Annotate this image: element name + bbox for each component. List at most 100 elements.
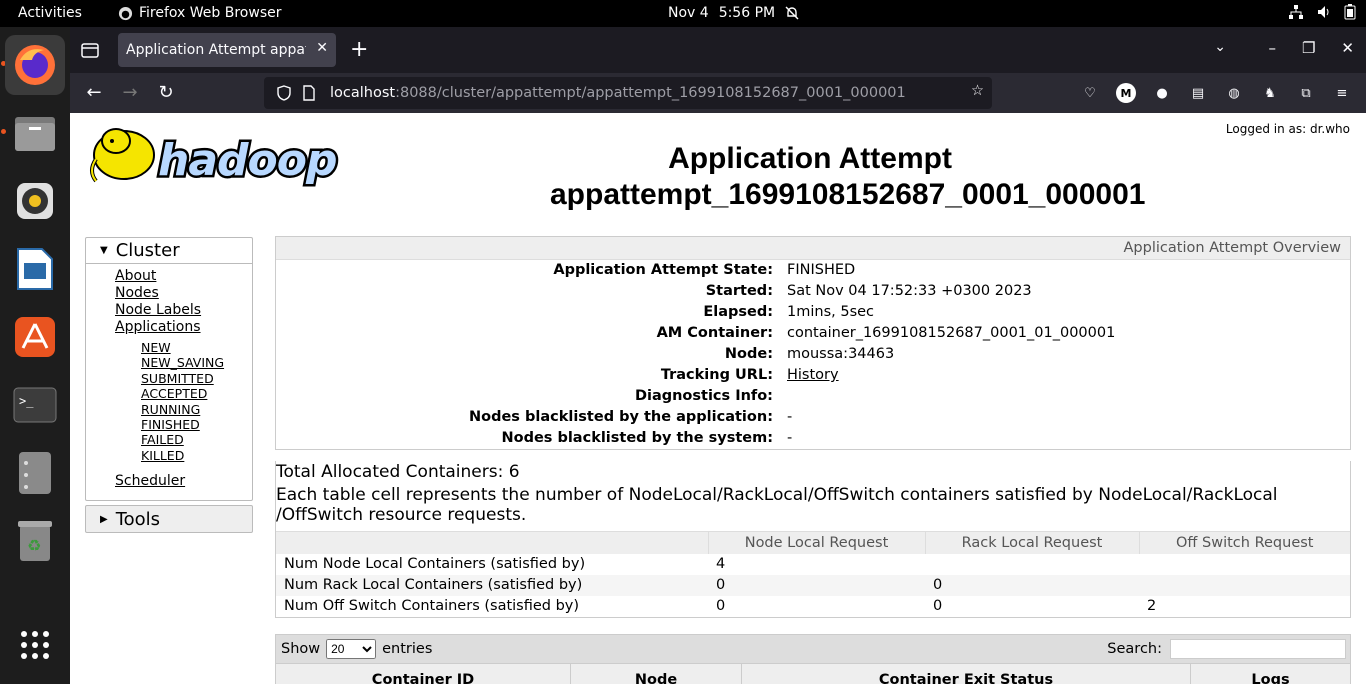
tools-section[interactable]: ▶ Tools bbox=[85, 505, 253, 534]
sidebar: ▼ Cluster About Nodes Node Labels Applic… bbox=[85, 237, 253, 534]
cluster-title: Cluster bbox=[115, 240, 180, 261]
dock-disks[interactable] bbox=[5, 443, 65, 503]
entries-select[interactable]: 20 bbox=[326, 639, 377, 659]
overview-key: Nodes blacklisted by the application: bbox=[469, 409, 773, 425]
allocation-cell: 2 bbox=[1147, 598, 1157, 614]
hadoop-logo[interactable]: hadoop hadoop bbox=[86, 119, 386, 191]
notifications-off-icon bbox=[785, 6, 799, 20]
link-applications[interactable]: Applications bbox=[115, 319, 252, 336]
table-row: Num Rack Local Containers (satisfied by)… bbox=[276, 574, 1350, 596]
overview-value: - bbox=[787, 430, 793, 446]
column-header-logs[interactable]: Logs bbox=[1191, 664, 1350, 684]
activities-button[interactable]: Activities bbox=[18, 5, 82, 21]
link-scheduler[interactable]: Scheduler bbox=[115, 473, 252, 490]
new-tab-button[interactable]: + bbox=[350, 37, 368, 62]
allocation-cell: 4 bbox=[716, 556, 726, 572]
allocation-description: Each table cell represents the number of… bbox=[276, 485, 1278, 525]
allocation-header: Rack Local Request bbox=[924, 531, 1139, 554]
maximize-icon[interactable]: ❐ bbox=[1302, 39, 1315, 57]
bookmark-star-icon[interactable]: ☆ bbox=[971, 83, 984, 99]
back-icon[interactable]: ← bbox=[82, 82, 106, 103]
tracking-url-history-link[interactable]: History bbox=[787, 367, 839, 383]
files-icon bbox=[15, 117, 55, 151]
overview-row: Node: moussa:34463 bbox=[276, 344, 1350, 365]
reload-icon[interactable]: ↻ bbox=[154, 82, 178, 103]
overview-row: Elapsed: 1mins, 5sec bbox=[276, 302, 1350, 323]
minimize-icon[interactable]: – bbox=[1268, 39, 1276, 57]
dock-show-apps[interactable] bbox=[5, 615, 65, 675]
allocation-cell: 0 bbox=[933, 598, 943, 614]
extension-owl-icon[interactable]: ● bbox=[1152, 83, 1172, 103]
link-state-accepted[interactable]: ACCEPTED bbox=[141, 386, 252, 401]
list-all-tabs-icon[interactable]: ⌄ bbox=[1214, 39, 1226, 55]
clock[interactable]: Nov 4 5:56 PM bbox=[668, 5, 799, 21]
globe-icon[interactable]: ◍ bbox=[1224, 83, 1244, 103]
overview-row: Tracking URL: History bbox=[276, 365, 1350, 386]
dock-rhythmbox[interactable] bbox=[5, 171, 65, 231]
allocation-cell: Num Rack Local Containers (satisfied by) bbox=[276, 574, 708, 596]
forward-icon[interactable]: → bbox=[118, 82, 142, 103]
link-state-killed[interactable]: KILLED bbox=[141, 448, 252, 463]
tracking-protection-shield-icon[interactable] bbox=[276, 85, 292, 101]
url-bar[interactable]: localhost:8088/cluster/appattempt/appatt… bbox=[264, 77, 992, 109]
allocation-cell bbox=[925, 554, 1139, 575]
extension-badge-icon[interactable]: ▤ bbox=[1188, 83, 1208, 103]
cluster-section-header[interactable]: ▼ Cluster bbox=[86, 238, 252, 264]
overview-key: Diagnostics Info: bbox=[634, 388, 773, 404]
link-nodes[interactable]: Nodes bbox=[115, 285, 252, 302]
app-menu[interactable]: Firefox Web Browser bbox=[118, 5, 282, 21]
extension-bird-icon[interactable]: ♞ bbox=[1260, 83, 1280, 103]
clock-date: Nov 4 bbox=[668, 5, 709, 21]
column-header-container-id[interactable]: Container ID bbox=[276, 664, 571, 684]
pocket-icon[interactable]: ♡ bbox=[1080, 83, 1100, 103]
link-state-submitted[interactable]: SUBMITTED bbox=[141, 371, 252, 386]
dock-terminal[interactable]: >_ bbox=[5, 375, 65, 435]
column-header-exit-status[interactable]: Container Exit Status bbox=[742, 664, 1191, 684]
page-title-line2: appattempt_1699108152687_0001_000001 bbox=[550, 178, 1146, 211]
dock-trash[interactable]: ♻ bbox=[5, 511, 65, 571]
cluster-links: About Nodes Node Labels Applications NEW… bbox=[86, 264, 252, 500]
link-node-labels[interactable]: Node Labels bbox=[115, 302, 252, 319]
tab-bar: Application Attempt appattempt_169910815… bbox=[70, 27, 1366, 73]
system-tray[interactable] bbox=[1288, 4, 1356, 20]
menu-hamburger-icon[interactable]: ≡ bbox=[1332, 83, 1352, 103]
allocation-cell: 0 bbox=[716, 598, 726, 614]
tab-close-icon[interactable]: ✕ bbox=[316, 40, 328, 56]
app-name-label: Firefox Web Browser bbox=[139, 5, 282, 21]
overview-header: Application Attempt Overview bbox=[276, 237, 1350, 260]
trash-icon: ♻ bbox=[18, 521, 52, 561]
firefox-view-icon[interactable] bbox=[80, 40, 100, 60]
search-input[interactable] bbox=[1170, 639, 1346, 659]
link-state-failed[interactable]: FAILED bbox=[141, 432, 252, 447]
attempt-overview: Application Attempt Overview Application… bbox=[275, 236, 1351, 450]
link-state-running[interactable]: RUNNING bbox=[141, 402, 252, 417]
overview-value bbox=[787, 386, 1350, 407]
app-center-icon bbox=[15, 317, 55, 357]
dock-impress[interactable] bbox=[5, 239, 65, 299]
extensions-puzzle-icon[interactable]: ⧉ bbox=[1296, 83, 1316, 103]
link-state-new[interactable]: NEW bbox=[141, 340, 252, 355]
account-m-icon[interactable]: M bbox=[1116, 83, 1136, 103]
close-window-icon[interactable]: ✕ bbox=[1341, 39, 1354, 57]
allocation-header bbox=[276, 531, 708, 554]
page-title-line1: Application Attempt bbox=[668, 142, 952, 175]
link-about[interactable]: About bbox=[115, 268, 252, 285]
show-apps-icon bbox=[21, 631, 49, 659]
dock-app-center[interactable] bbox=[5, 307, 65, 367]
datatable-search: Search: bbox=[1107, 639, 1346, 659]
column-header-node[interactable]: Node bbox=[571, 664, 742, 684]
allocation-cell bbox=[1139, 574, 1350, 596]
dock-firefox[interactable] bbox=[5, 35, 65, 95]
link-state-new-saving[interactable]: NEW_SAVING bbox=[141, 355, 252, 370]
page-info-icon[interactable] bbox=[302, 85, 316, 101]
tools-section-header[interactable]: ▶ Tools bbox=[86, 506, 252, 532]
dock-files[interactable] bbox=[5, 103, 65, 163]
entries-label: entries bbox=[382, 641, 433, 657]
cluster-section: ▼ Cluster About Nodes Node Labels Applic… bbox=[85, 237, 253, 502]
overview-value: FINISHED bbox=[787, 262, 856, 278]
tab-active[interactable]: Application Attempt appattempt_169910815… bbox=[118, 33, 336, 67]
tab-title: Application Attempt appattempt_169910815… bbox=[126, 42, 306, 58]
link-state-finished[interactable]: FINISHED bbox=[141, 417, 252, 432]
allocation-header-row: Node Local Request Rack Local Request Of… bbox=[276, 531, 1350, 554]
app-state-links: NEW NEW_SAVING SUBMITTED ACCEPTED RUNNIN… bbox=[115, 340, 252, 463]
